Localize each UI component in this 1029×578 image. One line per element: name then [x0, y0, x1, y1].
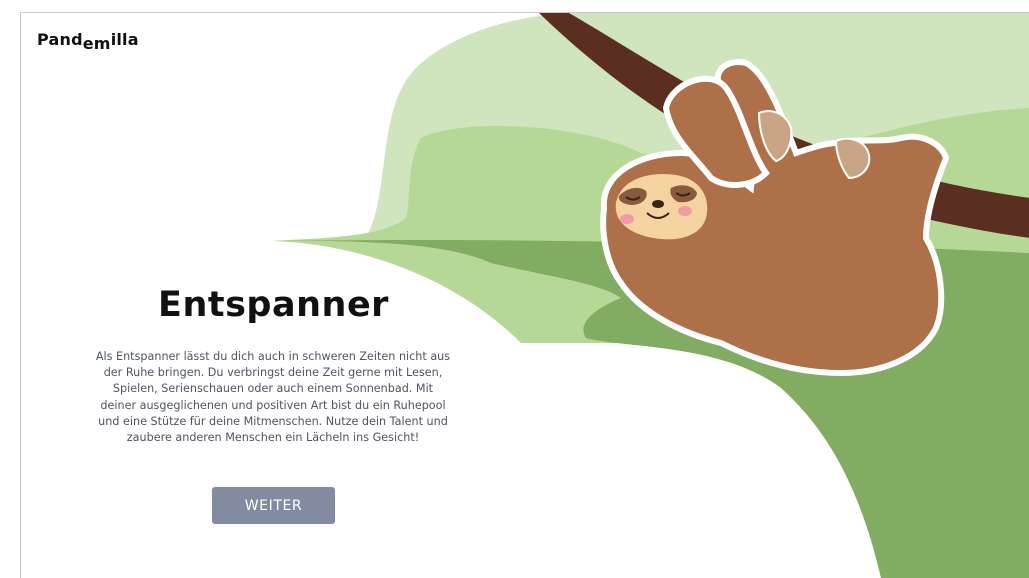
logo-tail: illa	[110, 30, 139, 49]
brand-logo[interactable]: Pandemilla	[37, 30, 139, 53]
result-description: Als Entspanner lässt du dich auch in sch…	[95, 350, 451, 445]
result-title: Entspanner	[158, 285, 389, 325]
sloth-cheek-right	[678, 206, 692, 216]
page-frame: Pandemilla Entspanner Als Entspanner läs…	[20, 12, 1029, 578]
logo-sub: em	[82, 34, 111, 53]
logo-main: Pand	[37, 30, 83, 49]
sloth-cheek-left	[620, 214, 634, 224]
sloth-nose	[652, 200, 664, 208]
continue-button[interactable]: WEITER	[212, 487, 335, 524]
